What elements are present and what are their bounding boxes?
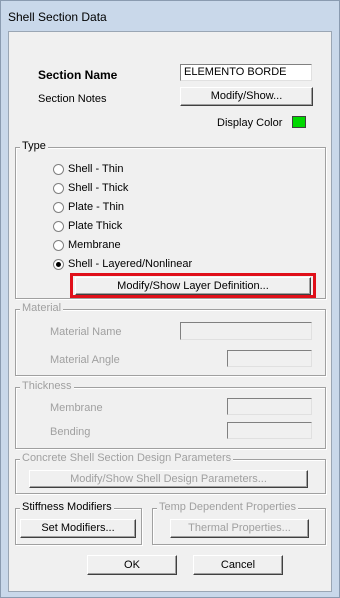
radio-plate-thin[interactable] (53, 202, 64, 213)
cancel-button[interactable]: Cancel (193, 555, 283, 575)
radio-label-shell-thick: Shell - Thick (68, 182, 129, 194)
bending-label: Bending (50, 426, 91, 438)
radio-plate-thick[interactable] (53, 221, 64, 232)
window-title: Shell Section Data (8, 10, 107, 24)
radio-label-membrane: Membrane (68, 239, 121, 251)
display-color-label: Display Color (217, 117, 283, 129)
display-color-swatch[interactable] (292, 116, 306, 128)
type-legend: Type (20, 140, 48, 152)
radio-label-shell-layered: Shell - Layered/Nonlinear (68, 258, 193, 270)
radio-shell-thin[interactable] (53, 164, 64, 175)
radio-label-plate-thick: Plate Thick (68, 220, 123, 232)
thickness-group: Thickness (15, 380, 326, 449)
thickness-legend: Thickness (20, 380, 74, 392)
thermal-properties-button[interactable]: Thermal Properties... (170, 519, 309, 538)
design-params-legend: Concrete Shell Section Design Parameters (20, 452, 234, 464)
radio-shell-thick[interactable] (53, 183, 64, 194)
membrane-thickness-field[interactable] (227, 398, 312, 415)
bending-thickness-field[interactable] (227, 422, 312, 439)
radio-label-shell-thin: Shell - Thin (68, 163, 124, 175)
material-name-field[interactable] (180, 322, 312, 340)
radio-label-plate-thin: Plate - Thin (68, 201, 125, 213)
section-name-label: Section Name (38, 68, 118, 82)
temp-legend: Temp Dependent Properties (157, 501, 298, 513)
material-legend: Material (20, 302, 64, 314)
stiffness-legend: Stiffness Modifiers (20, 501, 114, 513)
design-params-button[interactable]: Modify/Show Shell Design Parameters... (29, 470, 308, 488)
layer-definition-button[interactable]: Modify/Show Layer Definition... (75, 277, 311, 295)
material-angle-field[interactable] (227, 350, 312, 367)
dialog-body: Section Name ELEMENTO BORDE Section Note… (8, 31, 332, 592)
set-modifiers-button[interactable]: Set Modifiers... (20, 519, 136, 538)
material-name-label: Material Name (50, 326, 122, 338)
section-notes-button[interactable]: Modify/Show... (180, 87, 313, 106)
radio-shell-layered[interactable] (53, 259, 64, 270)
ok-button[interactable]: OK (87, 555, 177, 575)
section-name-field[interactable]: ELEMENTO BORDE (180, 64, 312, 81)
section-notes-label: Section Notes (38, 93, 107, 105)
radio-membrane[interactable] (53, 240, 64, 251)
material-angle-label: Material Angle (50, 354, 120, 366)
title-bar[interactable]: Shell Section Data (1, 1, 339, 31)
membrane-label: Membrane (50, 402, 103, 414)
